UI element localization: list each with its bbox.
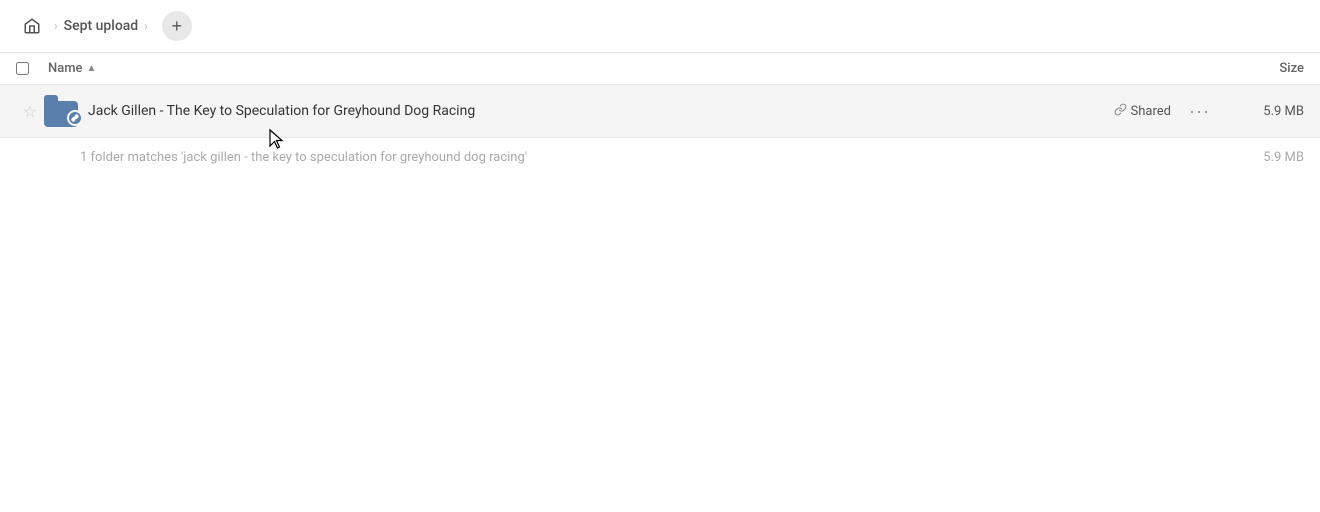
- link-icon: [1114, 103, 1127, 120]
- select-all-input[interactable]: [16, 62, 29, 75]
- sort-arrow-icon: ▲: [87, 63, 97, 74]
- star-col: ☆: [16, 102, 44, 121]
- star-icon[interactable]: ☆: [23, 102, 37, 121]
- select-all-checkbox[interactable]: [16, 62, 48, 75]
- file-size: 5.9 MB: [1224, 104, 1304, 119]
- size-column-header: Size: [1204, 61, 1304, 76]
- more-options-button[interactable]: ···: [1183, 99, 1216, 124]
- toolbar: › Sept upload › +: [0, 0, 1320, 53]
- file-name: Jack Gillen - The Key to Speculation for…: [88, 103, 1114, 119]
- breadcrumb-separator-2: ›: [144, 19, 148, 33]
- folder-icon: [44, 95, 80, 127]
- shared-badge: Shared: [1114, 103, 1171, 120]
- shared-label: Shared: [1131, 104, 1171, 119]
- name-column-header[interactable]: Name ▲: [48, 61, 1204, 76]
- breadcrumb-separator-1: ›: [54, 19, 58, 33]
- add-button[interactable]: +: [162, 11, 192, 41]
- home-button[interactable]: [16, 10, 48, 42]
- match-info-text: 1 folder matches 'jack gillen - the key …: [80, 150, 527, 165]
- match-info-row: 1 folder matches 'jack gillen - the key …: [0, 138, 1320, 177]
- match-info-size: 5.9 MB: [1263, 150, 1304, 165]
- column-headers: Name ▲ Size: [0, 53, 1320, 85]
- breadcrumb-folder[interactable]: Sept upload: [64, 18, 139, 34]
- link-badge-icon: [67, 110, 83, 126]
- file-row[interactable]: ☆ Jack Gillen - The Key to Speculation f…: [0, 85, 1320, 138]
